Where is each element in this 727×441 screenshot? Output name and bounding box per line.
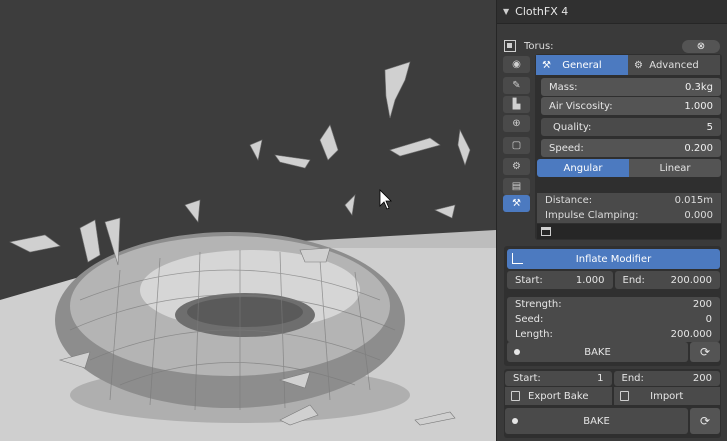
quality-value: 5 (706, 121, 713, 133)
globe-icon[interactable]: ⊕ (503, 115, 530, 132)
inflate-range: Start: 1.000 End: 200.000 (507, 271, 720, 289)
wrench-icon[interactable]: ⚒ (503, 195, 530, 212)
bake-start-field[interactable]: Start: 1 (505, 371, 612, 386)
tab-advanced[interactable]: ⚙ Advanced (628, 55, 720, 75)
pencil-icon[interactable]: ✎ (503, 77, 530, 94)
bake-start-label: Start: (513, 373, 541, 384)
inflate-start-label: Start: (515, 274, 543, 286)
bake-range: Start: 1 End: 200 (505, 371, 720, 386)
document-icon[interactable]: ▤ (503, 178, 530, 195)
distance-field[interactable]: Distance: 0.015m (537, 193, 721, 208)
gear-icon[interactable]: ⚙ (503, 158, 530, 175)
import-icon (619, 391, 629, 401)
linear-button[interactable]: Linear (629, 159, 721, 177)
export-icon (511, 391, 520, 401)
inflate-start-value: 1.000 (575, 274, 605, 286)
angular-linear-toggle: Angular Linear (537, 159, 721, 177)
close-icon: ⊗ (696, 41, 706, 52)
air-viscosity-value: 1.000 (684, 100, 713, 112)
distance-label: Distance: (545, 195, 593, 206)
3d-viewport[interactable] (0, 0, 496, 441)
refresh-icon: ⟳ (699, 345, 711, 359)
archive-row (537, 224, 721, 239)
clear-object-button[interactable]: ⊗ (682, 40, 720, 53)
record-dot-icon (512, 418, 518, 424)
length-label: Length: (515, 329, 553, 340)
quality-label: Quality: (553, 121, 592, 133)
distance-value: 0.015m (674, 195, 713, 206)
seed-label: Seed: (515, 314, 544, 325)
stamp-icon[interactable]: ▙ (503, 96, 530, 113)
settings-icon: ⚙ (634, 59, 643, 71)
tab-advanced-label: Advanced (649, 59, 699, 71)
export-import-row: Export Bake Import (505, 387, 720, 405)
bake-button[interactable]: BAKE (505, 408, 688, 434)
eye-icon[interactable]: ◉ (503, 56, 530, 73)
bake-row: BAKE ⟳ (505, 408, 720, 434)
import-button[interactable]: Import (613, 387, 720, 405)
impulse-clamping-label: Impulse Clamping: (545, 210, 639, 221)
strength-value: 200 (692, 299, 712, 310)
inflate-start-field[interactable]: Start: 1.000 (507, 271, 613, 289)
inflate-params: Strength: 200 Seed: 0 Length: 200.000 (507, 297, 720, 342)
panel-title: ClothFX 4 (515, 5, 569, 18)
inflate-end-value: 200.000 (670, 274, 712, 286)
bake-end-value: 200 (692, 373, 712, 384)
page-icon[interactable]: ▢ (503, 137, 530, 154)
seed-value: 0 (705, 314, 712, 325)
inflate-bake-row: BAKE ⟳ (507, 342, 720, 362)
strength-field[interactable]: Strength: 200 (507, 297, 720, 312)
bake-label: BAKE (583, 415, 610, 427)
tools-icon: ⚒ (542, 59, 551, 71)
inflate-refresh-button[interactable]: ⟳ (690, 342, 720, 362)
bake-end-label: End: (621, 373, 644, 384)
air-viscosity-field[interactable]: Air Viscosity: 1.000 (541, 97, 721, 115)
archive-icon[interactable] (541, 227, 551, 236)
bake-start-value: 1 (597, 373, 604, 384)
inflate-bake-label: BAKE (584, 346, 611, 358)
air-viscosity-label: Air Viscosity: (549, 100, 613, 112)
quality-field[interactable]: Quality: 5 (541, 118, 721, 136)
mass-field[interactable]: Mass: 0.3kg (541, 78, 721, 96)
inflate-modifier-label: Inflate Modifier (575, 253, 652, 265)
length-field[interactable]: Length: 200.000 (507, 327, 720, 342)
panel-header[interactable]: ▼ ClothFX 4 (497, 0, 727, 24)
inflate-bake-button[interactable]: BAKE (507, 342, 688, 362)
angular-button[interactable]: Angular (537, 159, 629, 177)
mass-label: Mass: (549, 81, 578, 93)
speed-value: 0.200 (684, 142, 713, 154)
object-label: Torus: (524, 40, 554, 52)
inflate-modifier-button[interactable]: Inflate Modifier (507, 249, 720, 269)
bake-refresh-button[interactable]: ⟳ (690, 408, 720, 434)
import-label: Import (650, 390, 684, 402)
object-icon (504, 40, 516, 52)
mass-value: 0.3kg (684, 81, 713, 93)
tab-general[interactable]: ⚒ General (536, 55, 628, 75)
collapse-triangle-icon[interactable]: ▼ (503, 7, 509, 16)
export-bake-button[interactable]: Export Bake (505, 387, 612, 405)
export-bake-label: Export Bake (528, 390, 589, 402)
refresh-icon: ⟳ (699, 414, 711, 428)
strength-label: Strength: (515, 299, 562, 310)
bake-end-field[interactable]: End: 200 (613, 371, 720, 386)
inflate-end-field[interactable]: End: 200.000 (614, 271, 720, 289)
inflate-end-label: End: (622, 274, 645, 286)
tab-bar: ⚒ General ⚙ Advanced (536, 55, 720, 75)
impulse-clamping-field[interactable]: Impulse Clamping: 0.000 (537, 208, 721, 223)
length-value: 200.000 (670, 329, 712, 340)
seed-field[interactable]: Seed: 0 (507, 312, 720, 327)
speed-label: Speed: (549, 142, 584, 154)
impulse-clamping-value: 0.000 (684, 210, 713, 221)
speed-field[interactable]: Speed: 0.200 (541, 139, 721, 157)
record-dot-icon (514, 349, 520, 355)
torus-scene (0, 61, 496, 441)
modifier-icon (512, 253, 523, 264)
tab-general-label: General (562, 59, 602, 71)
